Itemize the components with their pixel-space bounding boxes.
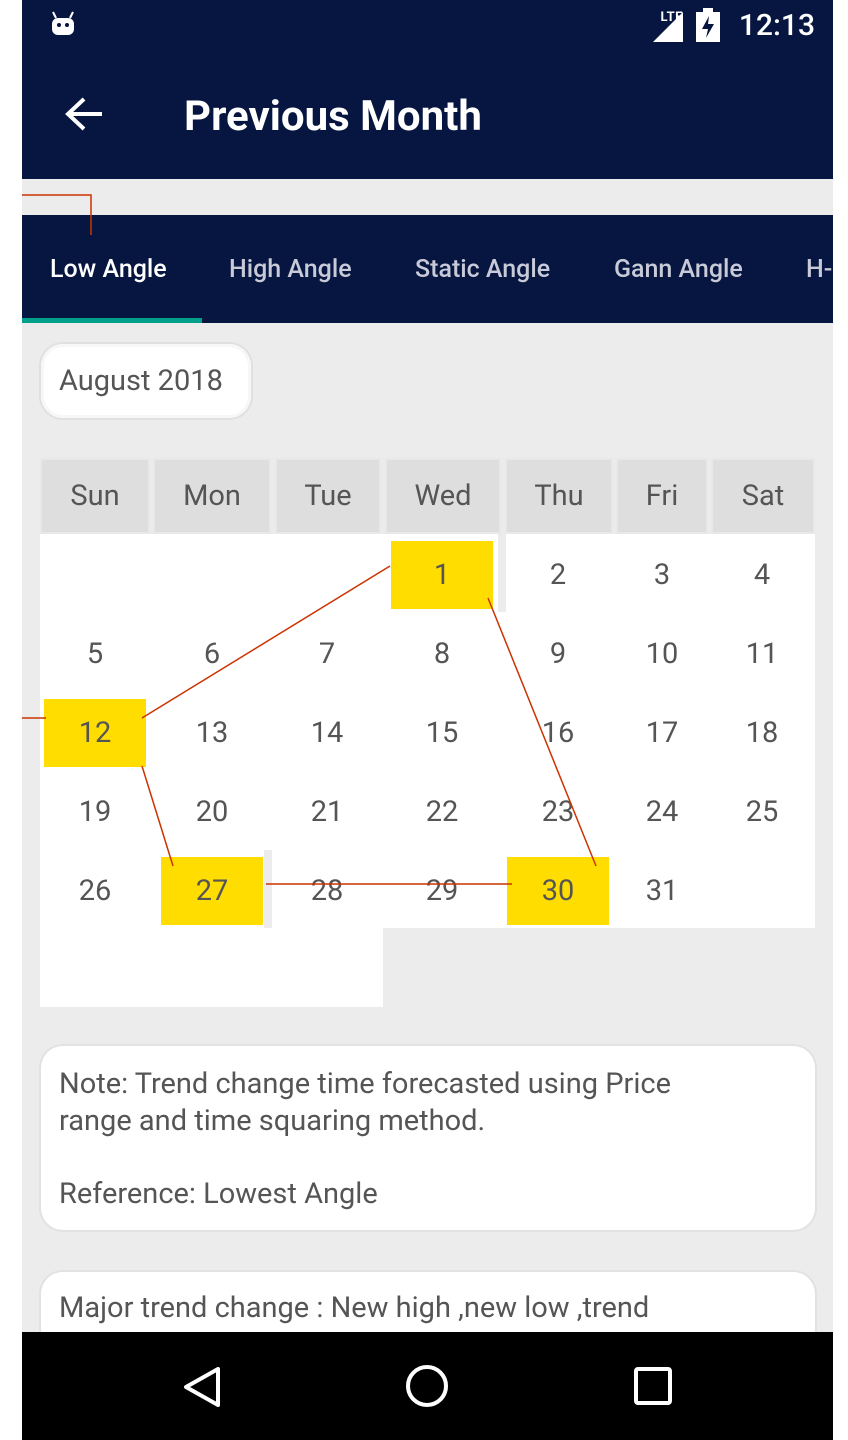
signal-icon [653,12,683,42]
calendar-day[interactable]: 17 [611,699,713,767]
calendar-day[interactable]: 20 [161,778,263,846]
back-arrow-icon[interactable] [64,96,104,132]
status-bar: LTE 12:13 [22,0,833,52]
weekday-tue: Tue [275,458,381,534]
calendar-day[interactable]: 4 [711,541,813,609]
calendar-day[interactable]: 26 [44,857,146,925]
tab-bar: Low Angle High Angle Static Angle Gann A… [22,215,833,323]
calendar-day[interactable]: 29 [391,857,493,925]
month-selector[interactable]: August 2018 [41,344,251,418]
calendar-day[interactable]: 16 [507,699,609,767]
calendar-day[interactable]: 10 [611,620,713,688]
calendar-day-highlighted[interactable]: 27 [161,857,263,925]
note-reference: Reference: Lowest Angle [59,1177,378,1211]
calendar-day[interactable]: 19 [44,778,146,846]
calendar-day[interactable]: 6 [161,620,263,688]
calendar-day[interactable]: 11 [711,620,813,688]
tab-gann-angle[interactable]: Gann Angle [614,255,743,284]
tab-low-angle[interactable]: Low Angle [50,255,167,284]
weekday-sat: Sat [711,458,815,534]
weekday-mon: Mon [153,458,271,534]
cell-divider [498,534,506,612]
phone-screen: LTE 12:13 Previous Month Low Angle High … [22,0,833,1440]
note-line-2: range and time squaring method. [59,1104,486,1138]
month-label: August 2018 [59,364,223,398]
calendar-day[interactable]: 31 [611,857,713,925]
tab-high-angle[interactable]: High Angle [229,255,352,284]
weekday-wed: Wed [385,458,501,534]
android-robot-icon [52,11,74,35]
calendar-day[interactable]: 3 [611,541,713,609]
calendar-day[interactable]: 2 [507,541,609,609]
tab-indicator [22,318,202,323]
calendar-day[interactable]: 9 [507,620,609,688]
calendar-day[interactable]: 8 [391,620,493,688]
calendar-day[interactable]: 23 [507,778,609,846]
calendar-day[interactable]: 5 [44,620,146,688]
clock: 12:13 [738,8,815,43]
calendar-day[interactable]: 28 [276,857,378,925]
tab-h-partial[interactable]: H- [806,255,832,284]
calendar-day[interactable]: 21 [276,778,378,846]
note-card: Note: Trend change time forecasted using… [41,1046,815,1230]
trend-card-text: Major trend change : New high ,new low ,… [59,1291,650,1325]
calendar-day-highlighted[interactable]: 30 [507,857,609,925]
calendar-day-highlighted[interactable]: 12 [44,699,146,767]
weekday-thu: Thu [505,458,613,534]
calendar-grid-extra [40,928,383,1007]
weekday-fri: Fri [616,458,708,534]
battery-charging-icon [696,8,720,42]
cell-divider [264,850,272,928]
calendar-day-highlighted[interactable]: 1 [391,541,493,609]
weekday-sun: Sun [40,458,150,534]
calendar-day[interactable]: 25 [711,778,813,846]
tab-static-angle[interactable]: Static Angle [415,255,550,284]
calendar-day[interactable]: 24 [611,778,713,846]
calendar-day[interactable]: 13 [161,699,263,767]
calendar-day[interactable]: 15 [391,699,493,767]
calendar-day[interactable]: 14 [276,699,378,767]
back-nav-icon[interactable] [182,1366,222,1408]
calendar-day[interactable]: 18 [711,699,813,767]
calendar-day[interactable]: 22 [391,778,493,846]
calendar-day[interactable]: 7 [276,620,378,688]
home-nav-icon[interactable] [405,1364,449,1408]
navigation-bar [22,1332,833,1440]
recents-nav-icon[interactable] [634,1367,672,1405]
page-title: Previous Month [184,92,482,141]
note-line-1: Note: Trend change time forecasted using… [59,1067,671,1101]
app-bar: Previous Month [22,52,833,179]
